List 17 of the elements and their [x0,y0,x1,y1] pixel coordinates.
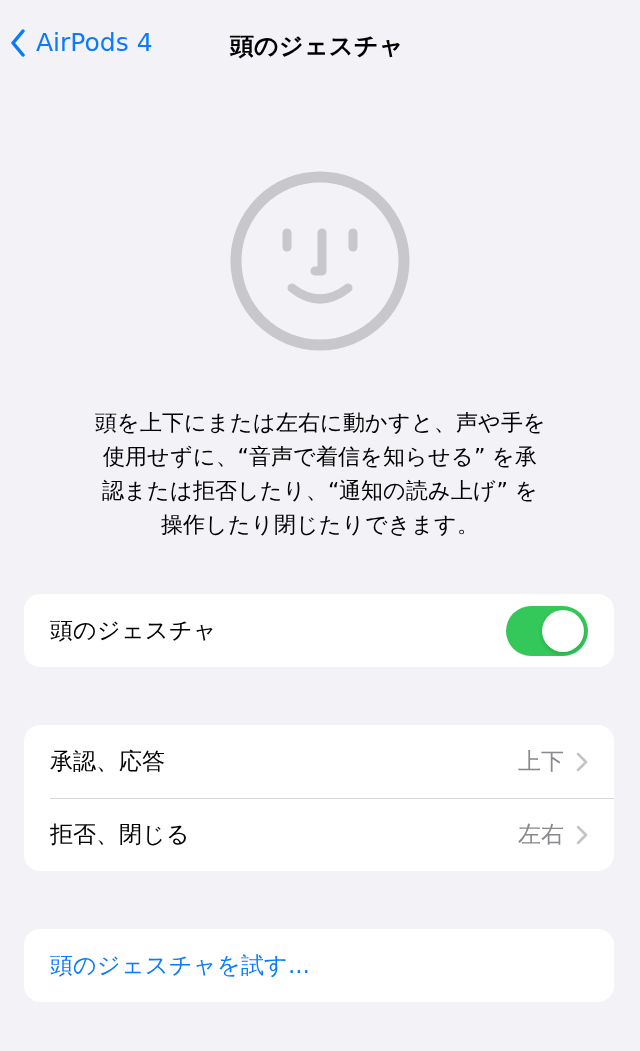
gesture-value: 上下 [518,747,564,776]
gesture-label: 承認、応答 [50,747,166,776]
chevron-icon [576,824,588,845]
back-button[interactable]: AirPods 4 [10,28,153,57]
face-icon [229,170,411,352]
gesture-row[interactable]: 承認、応答 上下 [24,725,614,798]
page-title: 頭のジェスチャ [230,31,404,62]
gesture-label: 拒否、閉じる [50,820,191,849]
chevron-icon [576,751,588,772]
toggle-label: 頭のジェスチャ [50,616,218,645]
gesture-row[interactable]: 拒否、閉じる 左右 [24,798,614,871]
back-chevron-icon [10,28,26,57]
try-gesture-link[interactable]: 頭のジェスチャを試す... [50,950,310,981]
toggle-switch[interactable] [506,605,588,656]
back-label[interactable]: AirPods 4 [36,28,153,57]
description-text: 頭を上下にまたは左右に動かすと、声や手を使用せずに、“音声で着信を知らせる” を承認または拒否したり、“通知の読み上げ” を操作したり閉じたりできます。 [93,409,547,539]
gesture-value: 左右 [518,820,564,849]
